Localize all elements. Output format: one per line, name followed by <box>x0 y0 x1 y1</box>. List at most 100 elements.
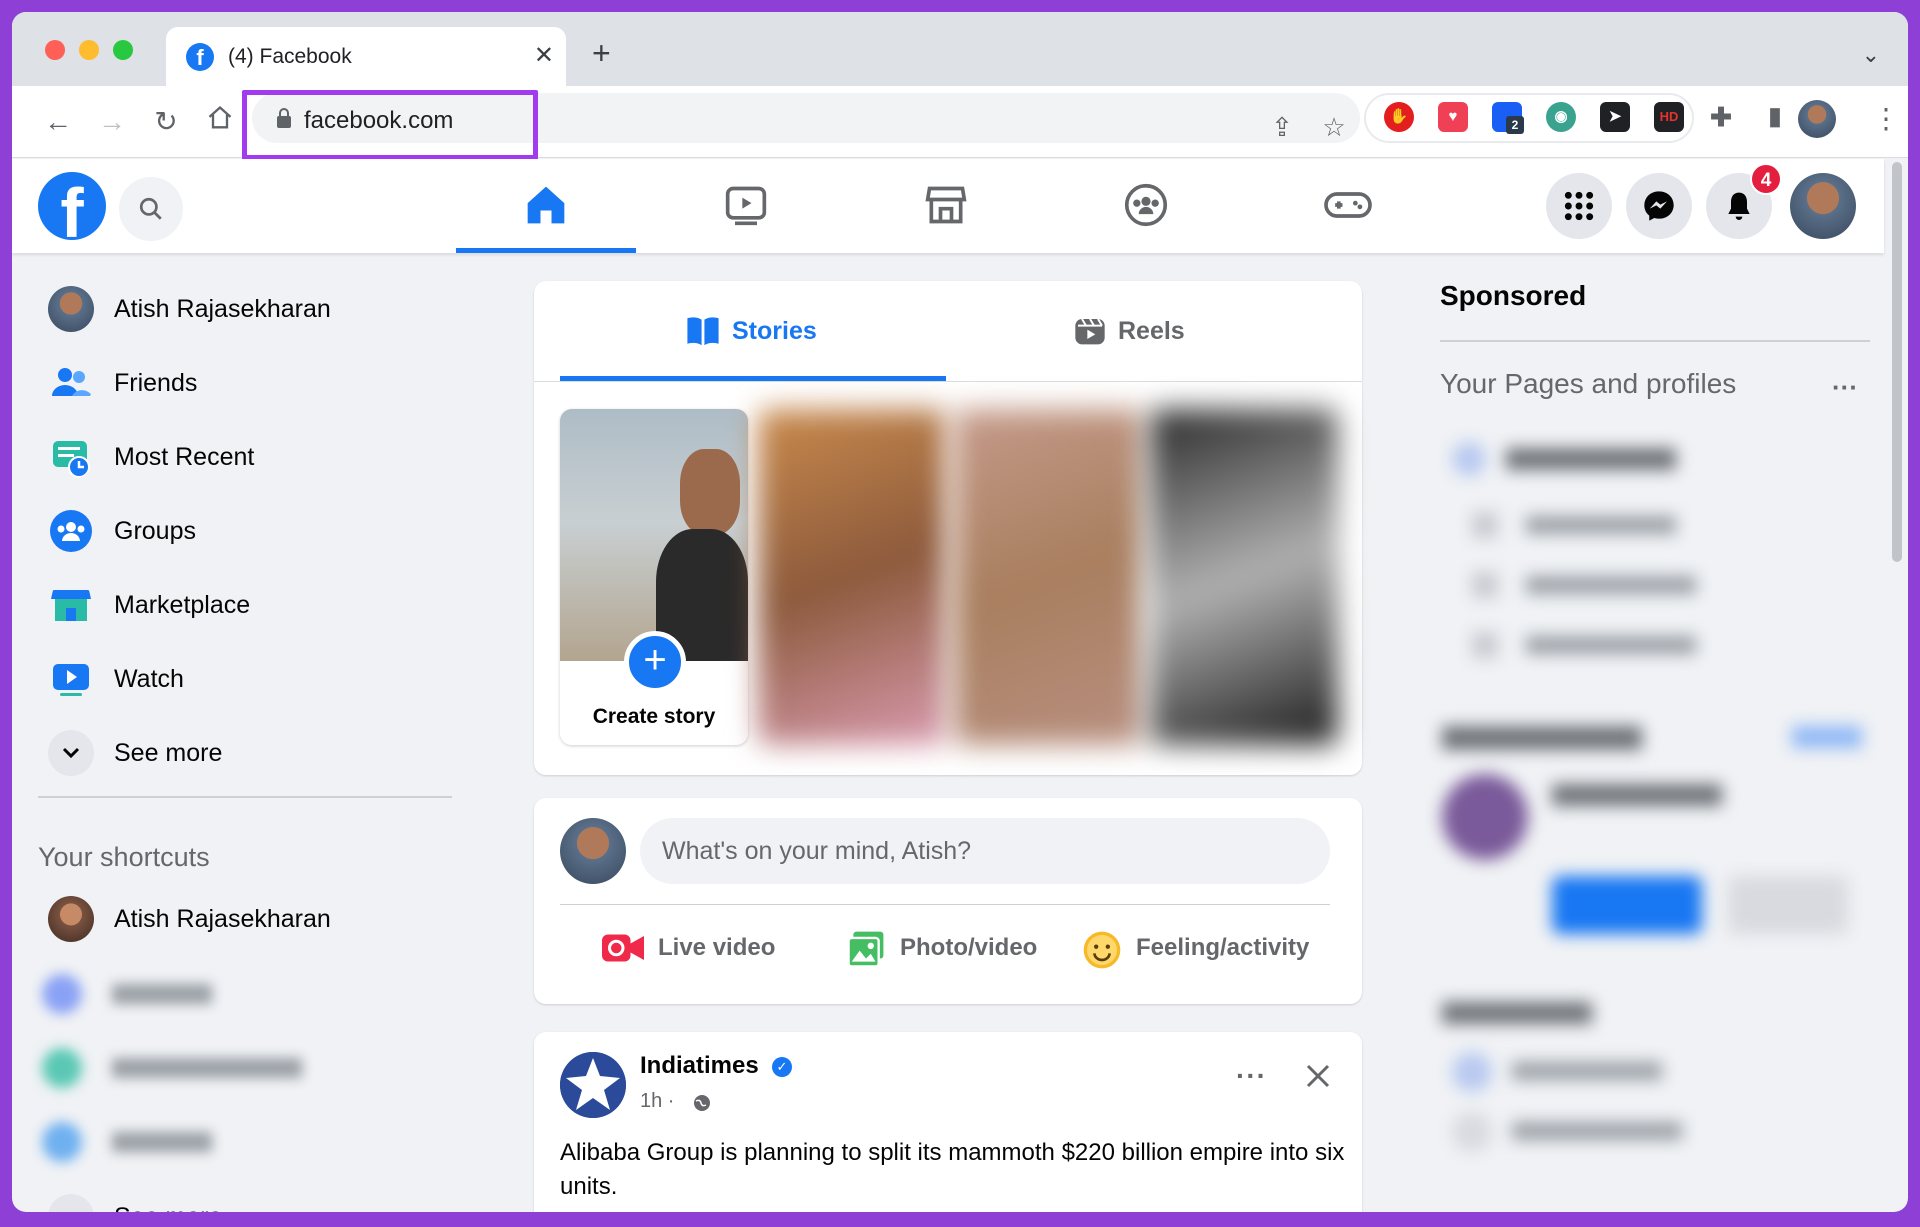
friends-icon <box>52 368 92 396</box>
bookmark-star-icon[interactable]: ☆ <box>1318 111 1350 143</box>
add-story-icon: + <box>624 631 686 693</box>
browser-window: f (4) Facebook ✕ + ⌄ ← → ↻ facebook.com … <box>12 12 1908 1212</box>
pages-profiles-title: Your Pages and profiles <box>1440 368 1737 399</box>
tab-label: Stories <box>732 317 817 345</box>
stories-book-icon <box>687 317 719 346</box>
telegram-extension-icon[interactable]: ➤ <box>1600 102 1630 132</box>
scrollbar-thumb[interactable] <box>1892 162 1902 562</box>
live-video-icon <box>602 934 644 962</box>
sidebar-item-watch[interactable]: Watch <box>38 648 478 708</box>
chevron-down-icon <box>48 730 94 776</box>
nav-marketplace[interactable] <box>856 159 1036 253</box>
live-video-button[interactable]: Live video <box>574 914 804 984</box>
nav-groups[interactable] <box>1056 159 1236 253</box>
adblock-extension-icon[interactable]: ✋ <box>1384 102 1414 132</box>
most-recent-icon <box>53 441 90 478</box>
story-card[interactable] <box>1150 409 1338 745</box>
home-button[interactable] <box>202 104 238 140</box>
gaming-controller-icon <box>1324 192 1372 218</box>
groups-icon <box>1124 183 1168 227</box>
blurred-shortcut[interactable] <box>42 974 222 1014</box>
blurred-pages-list[interactable] <box>1442 432 1862 672</box>
sidebar-item-label: Watch <box>114 665 184 693</box>
facebook-favicon-icon: f <box>186 43 214 71</box>
reload-button[interactable]: ↻ <box>148 104 184 140</box>
tab-close-icon[interactable]: ✕ <box>534 41 554 70</box>
search-icon <box>139 197 162 220</box>
post-close-icon[interactable] <box>1298 1056 1338 1096</box>
pages-more-icon[interactable]: ··· <box>1832 372 1858 403</box>
extensions-puzzle-icon[interactable]: ✚ <box>1706 102 1736 132</box>
sidebar-item-marketplace[interactable]: Marketplace <box>38 574 478 634</box>
sidebar-item-groups[interactable]: Groups <box>38 500 478 560</box>
search-button[interactable] <box>119 177 183 241</box>
minimize-window-button[interactable] <box>79 40 99 60</box>
new-tab-button[interactable]: + <box>592 37 611 69</box>
blurred-shortcut[interactable] <box>42 1048 312 1088</box>
blurred-friend-requests[interactable] <box>1442 712 1872 1212</box>
pocket-extension-icon[interactable]: ♥ <box>1438 102 1468 132</box>
tab-search-chevron-icon[interactable]: ⌄ <box>1862 42 1880 68</box>
nav-watch[interactable] <box>656 159 836 253</box>
zoom-window-button[interactable] <box>113 40 133 60</box>
post-more-icon[interactable]: ··· <box>1236 1060 1267 1092</box>
bitwarden-extension-icon[interactable]: 2 <box>1492 102 1524 134</box>
facebook-logo[interactable]: f <box>38 172 106 240</box>
page-scrollbar[interactable] <box>1890 162 1902 1202</box>
action-label: Feeling/activity <box>1136 934 1310 961</box>
account-avatar[interactable] <box>1790 173 1856 239</box>
browser-toolbar: ← → ↻ facebook.com ⇪ ☆ ✋ ♥ 2 ◉ ➤ HD ✚ ▮ … <box>12 86 1908 160</box>
sidebar-item-label: Most Recent <box>114 443 255 471</box>
shortcut-item-profile[interactable]: Atish Rajasekharan <box>38 888 478 948</box>
story-card[interactable] <box>758 409 946 745</box>
messenger-button[interactable] <box>1626 173 1692 239</box>
sidebar-item-profile[interactable]: Atish Rajasekharan <box>38 278 478 338</box>
browser-menu-icon[interactable]: ⋮ <box>1872 102 1900 135</box>
marketplace-icon <box>51 590 91 621</box>
marketplace-store-icon <box>925 186 967 224</box>
story-card[interactable] <box>954 409 1142 745</box>
composer-divider <box>560 904 1330 905</box>
story-profile-photo <box>560 409 748 661</box>
sidebar-divider <box>38 796 452 798</box>
close-window-button[interactable] <box>45 40 65 60</box>
verified-badge-icon: ✓ <box>772 1057 792 1077</box>
sidebar-item-label: See more <box>114 739 223 767</box>
feeling-activity-button[interactable]: Feeling/activity <box>1082 914 1352 984</box>
chevron-down-icon <box>48 1194 94 1212</box>
groups-icon <box>50 510 92 552</box>
share-icon[interactable]: ⇪ <box>1266 111 1298 143</box>
post-timestamp[interactable]: 1h · <box>640 1090 674 1113</box>
forward-button[interactable]: → <box>94 104 130 140</box>
back-button[interactable]: ← <box>40 104 76 140</box>
blurred-shortcut[interactable] <box>42 1122 222 1162</box>
browser-tab[interactable]: f (4) Facebook ✕ <box>166 27 566 86</box>
sidebar-item-label: Friends <box>114 369 198 397</box>
reels-icon <box>1075 318 1105 345</box>
sidebar-item-friends[interactable]: Friends <box>38 352 478 412</box>
post-author-avatar[interactable] <box>560 1052 626 1118</box>
nav-gaming[interactable] <box>1256 159 1436 253</box>
photo-video-button[interactable]: Photo/video <box>824 914 1064 984</box>
composer-input[interactable]: What's on your mind, Atish? <box>640 818 1330 884</box>
menu-button[interactable] <box>1546 173 1612 239</box>
browser-profile-avatar[interactable] <box>1798 100 1836 138</box>
shortcuts-see-more[interactable]: See more <box>38 1186 478 1212</box>
spy-extension-icon[interactable]: ◉ <box>1546 102 1576 132</box>
facebook-header: f 4 <box>12 159 1884 253</box>
sidebar-see-more[interactable]: See more <box>38 722 478 782</box>
create-story-card[interactable]: + Create story <box>560 409 748 745</box>
post-author-name[interactable]: Indiatimes <box>640 1052 759 1080</box>
tab-reels[interactable]: Reels <box>946 281 1336 381</box>
hd-extension-icon[interactable]: HD <box>1654 102 1684 132</box>
tab-stories[interactable]: Stories <box>560 281 946 381</box>
create-story-label: Create story <box>592 705 716 728</box>
bell-icon <box>1728 192 1750 220</box>
shortcuts-title: Your shortcuts <box>38 842 210 872</box>
sidebar-item-most-recent[interactable]: Most Recent <box>38 426 478 486</box>
watch-video-icon <box>725 186 767 226</box>
watch-icon <box>53 664 89 696</box>
see-more-label: See more <box>114 1203 222 1212</box>
side-panel-icon[interactable]: ▮ <box>1760 102 1790 132</box>
nav-home[interactable] <box>456 159 636 253</box>
